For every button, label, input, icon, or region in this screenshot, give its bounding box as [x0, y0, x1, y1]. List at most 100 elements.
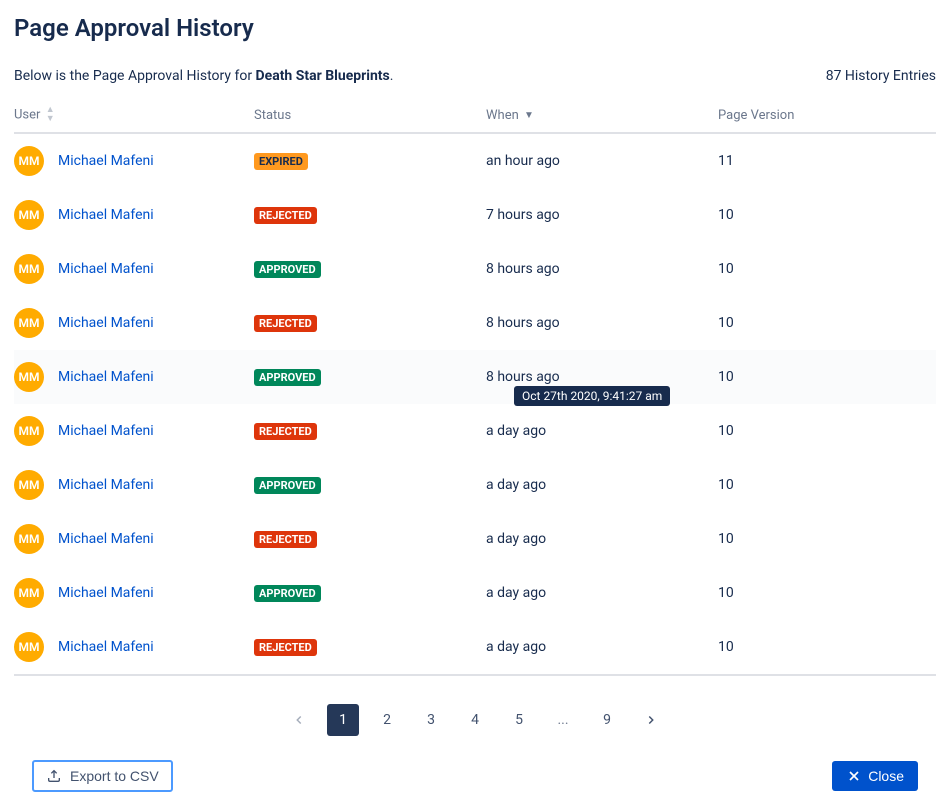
avatar: MM — [14, 470, 44, 500]
avatar: MM — [14, 254, 44, 284]
page-button-1[interactable]: 1 — [327, 704, 359, 736]
sort-both-icon: ▲▼ — [46, 106, 55, 124]
when-cell: a day ago — [486, 566, 718, 620]
history-table: User ▲▼ Status When ▼ Page Version MM Mic… — [14, 100, 936, 676]
version-cell: 10 — [718, 566, 936, 620]
avatar: MM — [14, 524, 44, 554]
page-button-9[interactable]: 9 — [591, 704, 623, 736]
user-link[interactable]: Michael Mafeni — [58, 261, 154, 277]
close-icon — [846, 768, 862, 784]
table-row[interactable]: MM Michael Mafeni REJECTED a day ago10 — [14, 620, 936, 675]
export-icon — [46, 768, 62, 784]
version-cell: 10 — [718, 404, 936, 458]
user-link[interactable]: Michael Mafeni — [58, 207, 154, 223]
avatar: MM — [14, 146, 44, 176]
footer-row: Export to CSV Close — [14, 760, 936, 792]
column-header-version-label: Page Version — [718, 108, 794, 123]
user-cell: MM Michael Mafeni — [14, 416, 254, 446]
table-row[interactable]: MM Michael Mafeni APPROVED a day ago10 — [14, 458, 936, 512]
column-header-when[interactable]: When ▼ — [486, 100, 718, 133]
export-csv-button[interactable]: Export to CSV — [32, 760, 173, 792]
user-link[interactable]: Michael Mafeni — [58, 477, 154, 493]
page-button-5[interactable]: 5 — [503, 704, 535, 736]
column-header-when-label: When — [486, 108, 519, 123]
entries-count: 87 History Entries — [826, 68, 936, 84]
export-csv-label: Export to CSV — [70, 768, 159, 784]
pagination-next[interactable] — [635, 704, 667, 736]
table-row[interactable]: MMMichael MafeniREJECTED8 hours ago10 — [14, 296, 936, 350]
user-link[interactable]: Michael Mafeni — [58, 585, 154, 601]
when-cell: a day ago — [486, 404, 718, 458]
user-link[interactable]: Michael Mafeni — [58, 423, 154, 439]
pagination-prev[interactable] — [283, 704, 315, 736]
when-cell: 7 hours ago — [486, 188, 718, 242]
column-header-user-label: User — [14, 107, 40, 122]
subtitle-page-name: Death Star Blueprints — [256, 68, 390, 84]
status-badge: REJECTED — [254, 207, 317, 224]
version-cell: 10 — [718, 458, 936, 512]
version-cell: 10 — [718, 296, 936, 350]
when-cell: a day ago — [486, 458, 718, 512]
column-header-status[interactable]: Status — [254, 100, 486, 133]
when-cell: an hour ago — [486, 133, 718, 188]
subtitle: Below is the Page Approval History for D… — [14, 68, 393, 84]
avatar: MM — [14, 578, 44, 608]
user-cell: MM Michael Mafeni — [14, 524, 254, 554]
table-row[interactable]: MMMichael MafeniAPPROVED8 hours agoOct 2… — [14, 350, 936, 404]
table-row[interactable]: MMMichael MafeniAPPROVEDa day ago10 — [14, 566, 936, 620]
close-button[interactable]: Close — [832, 761, 918, 791]
version-cell: 11 — [718, 133, 936, 188]
close-label: Close — [868, 768, 904, 784]
user-cell: MM Michael Mafeni — [14, 632, 254, 662]
page-button-4[interactable]: 4 — [459, 704, 491, 736]
user-link[interactable]: Michael Mafeni — [58, 531, 154, 547]
user-cell: MM Michael Mafeni — [14, 200, 254, 230]
when-cell: a day ago — [486, 512, 718, 566]
column-header-version[interactable]: Page Version — [718, 100, 936, 133]
status-badge: EXPIRED — [254, 153, 308, 170]
user-cell: MM Michael Mafeni — [14, 146, 254, 176]
status-badge: APPROVED — [254, 261, 321, 278]
chevron-right-icon — [644, 713, 658, 727]
status-badge: REJECTED — [254, 423, 317, 440]
sort-desc-icon: ▼ — [524, 110, 534, 121]
subheader-row: Below is the Page Approval History for D… — [14, 68, 936, 84]
avatar: MM — [14, 416, 44, 446]
when-cell: a day ago — [486, 620, 718, 675]
user-link[interactable]: Michael Mafeni — [58, 639, 154, 655]
pagination: 12345...9 — [14, 704, 936, 736]
table-row[interactable]: MM Michael Mafeni APPROVED 8 hours ago10 — [14, 242, 936, 296]
avatar: MM — [14, 308, 44, 338]
version-cell: 10 — [718, 350, 936, 404]
version-cell: 10 — [718, 242, 936, 296]
user-link[interactable]: Michael Mafeni — [58, 153, 154, 169]
table-row[interactable]: MM Michael Mafeni REJECTED 7 hours ago10 — [14, 188, 936, 242]
avatar: MM — [14, 200, 44, 230]
table-row[interactable]: MM Michael Mafeni REJECTED a day ago10 — [14, 512, 936, 566]
timestamp-tooltip: Oct 27th 2020, 9:41:27 am — [514, 386, 670, 406]
user-cell: MM Michael Mafeni — [14, 578, 254, 608]
version-cell: 10 — [718, 512, 936, 566]
page-title: Page Approval History — [14, 14, 936, 42]
user-cell: MM Michael Mafeni — [14, 362, 254, 392]
avatar: MM — [14, 362, 44, 392]
column-header-user[interactable]: User ▲▼ — [14, 100, 254, 133]
version-cell: 10 — [718, 188, 936, 242]
user-link[interactable]: Michael Mafeni — [58, 315, 154, 331]
when-cell: 8 hours ago — [486, 242, 718, 296]
when-cell: 8 hours ago — [486, 296, 718, 350]
avatar: MM — [14, 632, 44, 662]
table-row[interactable]: MM Michael Mafeni REJECTED a day ago10 — [14, 404, 936, 458]
status-badge: REJECTED — [254, 531, 317, 548]
version-cell: 10 — [718, 620, 936, 675]
user-link[interactable]: Michael Mafeni — [58, 369, 154, 385]
page-button-3[interactable]: 3 — [415, 704, 447, 736]
when-cell: 8 hours agoOct 27th 2020, 9:41:27 am — [486, 350, 718, 404]
user-cell: MM Michael Mafeni — [14, 308, 254, 338]
page-button-2[interactable]: 2 — [371, 704, 403, 736]
status-badge: APPROVED — [254, 477, 321, 494]
status-badge: REJECTED — [254, 639, 317, 656]
column-header-status-label: Status — [254, 108, 291, 123]
table-row[interactable]: MM Michael Mafeni EXPIRED an hour ago11 — [14, 133, 936, 188]
user-cell: MM Michael Mafeni — [14, 254, 254, 284]
